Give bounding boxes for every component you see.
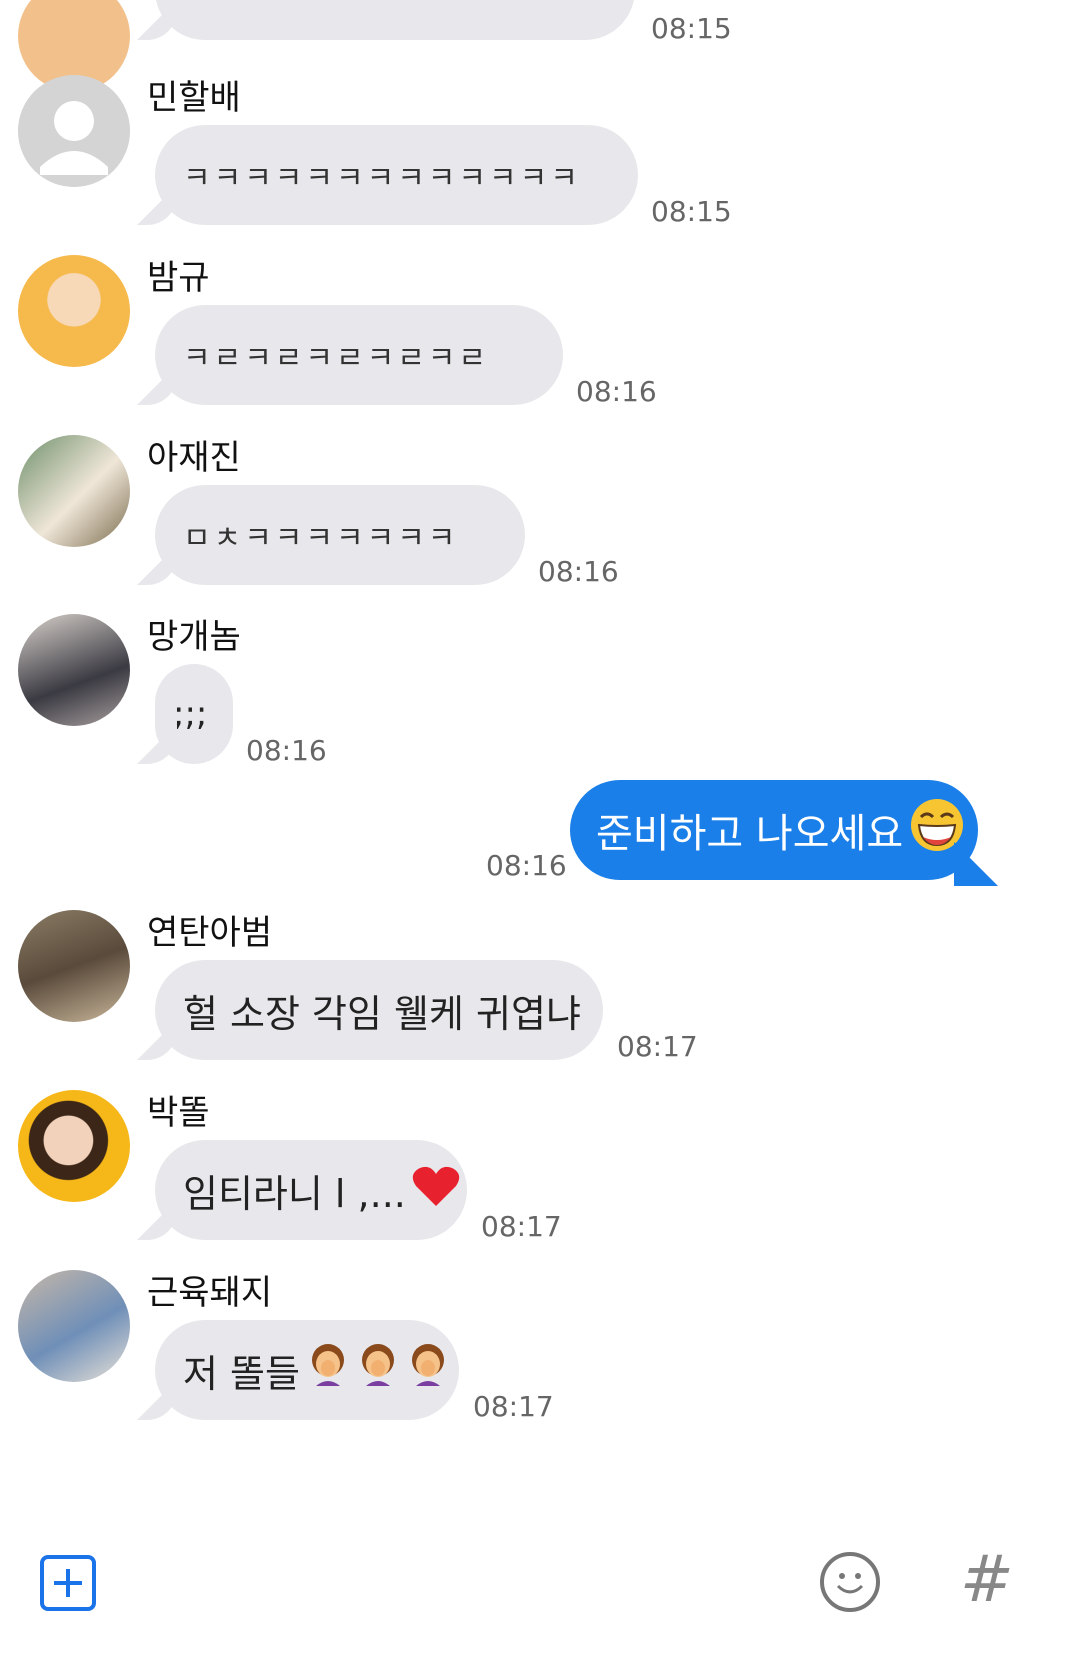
message-bubble[interactable]: 임티라니 l ,... xyxy=(155,1140,467,1240)
message-time: 08:16 xyxy=(538,555,619,588)
message-bubble[interactable]: ㅋㅋㅋㅋㅋㅋㅋㅋㅋㅋㅋㅋㅋ xyxy=(155,125,638,225)
message-time: 08:17 xyxy=(473,1390,554,1423)
avatar[interactable] xyxy=(18,75,130,187)
message-bubble[interactable]: 헐 소장 각임 웰케 귀엽냐 xyxy=(155,960,603,1060)
message-bubble[interactable]: ㅋㅋㅋㅋㅋㅋㅋㅋㅋㅋㅋㅋ xyxy=(155,0,635,40)
sender-name: 망개놈 xyxy=(147,617,241,657)
my-message-text: 준비하고 나오세요 xyxy=(596,811,904,857)
my-message-bubble[interactable]: 준비하고 나오세요 xyxy=(570,780,978,880)
facepalm-woman-emoji xyxy=(406,1342,450,1399)
avatar[interactable] xyxy=(18,1270,130,1382)
sender-name: 박똘 xyxy=(147,1093,210,1133)
person-silhouette-icon xyxy=(18,75,130,187)
message-time: 08:16 xyxy=(576,375,657,408)
add-attachment-button[interactable] xyxy=(40,1555,96,1611)
facepalm-woman-emoji xyxy=(356,1342,400,1399)
emoji-picker-button[interactable] xyxy=(820,1552,880,1612)
grinning-emoji xyxy=(909,797,965,863)
heart-emoji xyxy=(412,1164,460,1217)
message-time: 08:15 xyxy=(651,195,732,228)
chat-thread: ㅋㅋㅋㅋㅋㅋㅋㅋㅋㅋㅋㅋ 08:15 민할배 ㅋㅋㅋㅋㅋㅋㅋㅋㅋㅋㅋㅋㅋ 08:… xyxy=(0,0,1080,1540)
sender-name: 밤규 xyxy=(147,258,210,298)
message-time: 08:16 xyxy=(486,849,567,882)
avatar[interactable] xyxy=(18,435,130,547)
input-toolbar: # xyxy=(0,1540,1080,1677)
message-time: 08:15 xyxy=(651,12,732,45)
avatar[interactable] xyxy=(18,255,130,367)
sender-name: 아재진 xyxy=(147,438,241,478)
message-bubble[interactable]: 저 똘들 xyxy=(155,1320,459,1420)
message-bubble[interactable]: ㅋㄹㅋㄹㅋㄹㅋㄹㅋㄹ xyxy=(155,305,563,405)
message-text: 임티라니 l ,... xyxy=(183,1171,406,1216)
message-bubble[interactable]: ㅁㅊㅋㅋㅋㅋㅋㅋㅋ xyxy=(155,485,525,585)
message-time: 08:16 xyxy=(246,734,327,767)
sender-name: 민할배 xyxy=(147,78,241,118)
smiley-icon xyxy=(836,1573,864,1594)
message-text: 저 똘들 xyxy=(183,1351,300,1396)
sender-name: 연탄아범 xyxy=(147,913,273,953)
sender-name: 근육돼지 xyxy=(147,1273,273,1313)
message-time: 08:17 xyxy=(481,1210,562,1243)
hashtag-button[interactable]: # xyxy=(960,1548,1014,1612)
avatar[interactable] xyxy=(18,614,130,726)
facepalm-woman-emoji xyxy=(306,1342,350,1399)
avatar[interactable] xyxy=(18,1090,130,1202)
message-time: 08:17 xyxy=(617,1030,698,1063)
avatar[interactable] xyxy=(18,910,130,1022)
message-bubble[interactable]: ;;; xyxy=(155,664,233,764)
